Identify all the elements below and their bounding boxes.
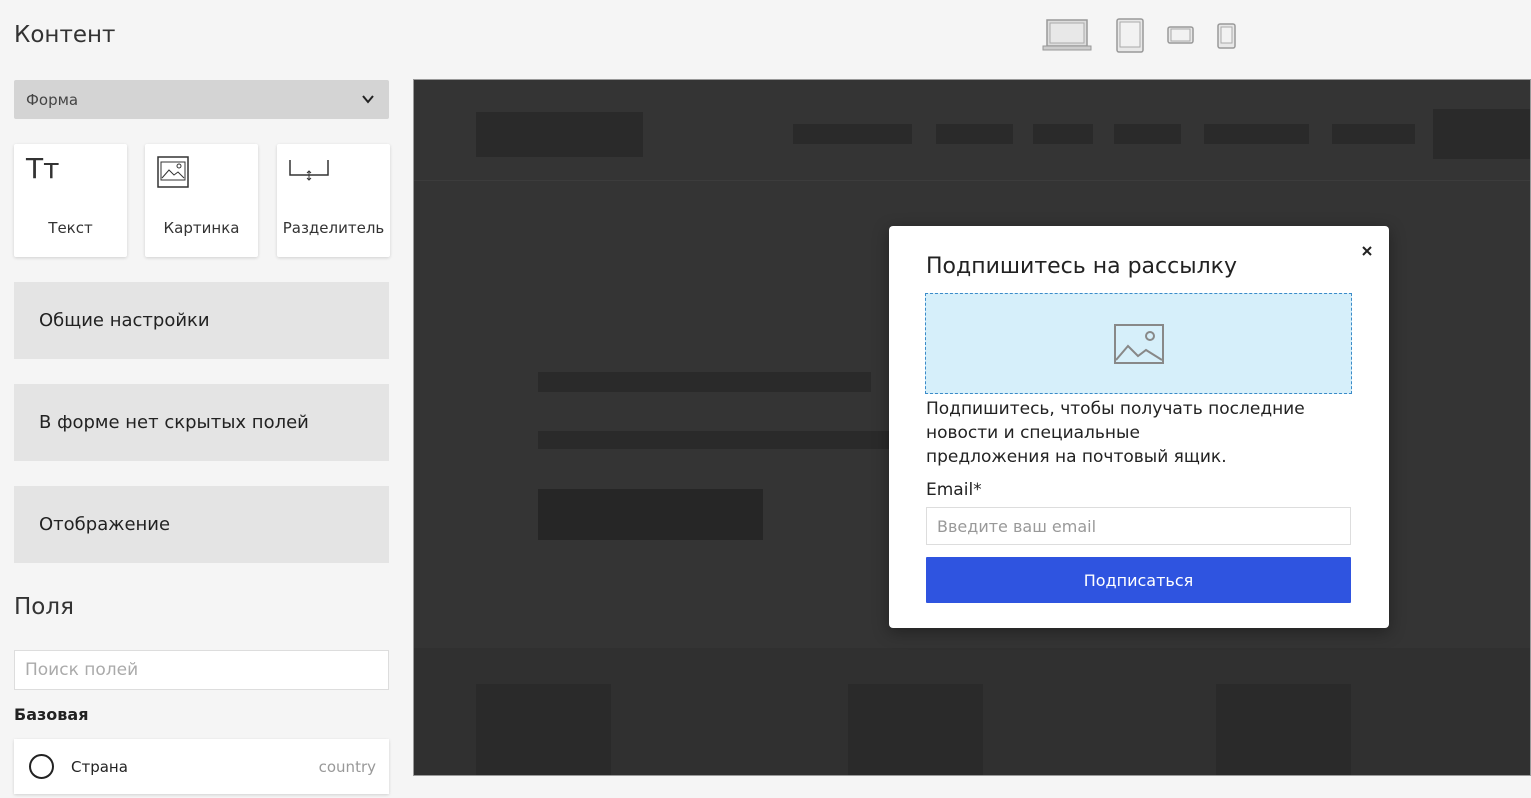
cta-placeholder [538, 489, 763, 540]
description-line: Подпишитесь, чтобы получать последние [926, 399, 1305, 419]
nav-placeholder [936, 124, 1013, 144]
header-button-placeholder [1433, 109, 1530, 159]
image-placeholder[interactable] [925, 293, 1352, 394]
nav-placeholder [793, 124, 912, 144]
circle-icon [29, 754, 54, 779]
subscribe-button[interactable]: Подписаться [926, 557, 1351, 603]
tile-label: Картинка [163, 219, 240, 237]
section-display[interactable]: Отображение [14, 486, 389, 563]
divider-icon [289, 160, 329, 181]
panel-title: Контент [14, 22, 116, 48]
laptop-icon[interactable] [1042, 18, 1092, 52]
fields-search-input[interactable] [14, 650, 389, 690]
tile-divider[interactable]: Разделитель [277, 144, 390, 257]
text-line-placeholder [538, 372, 871, 392]
chevron-down-icon [362, 95, 374, 104]
text-line-placeholder [538, 431, 891, 449]
site-logo-placeholder [476, 112, 643, 157]
section-label: Общие настройки [39, 310, 210, 331]
email-field[interactable] [926, 507, 1351, 545]
section-label: В форме нет скрытых полей [39, 412, 309, 433]
tablet-icon[interactable] [1116, 18, 1144, 53]
section-hidden-fields[interactable]: В форме нет скрытых полей [14, 384, 389, 461]
phone-icon[interactable] [1217, 23, 1236, 49]
image-icon [1114, 324, 1164, 364]
card-placeholder [476, 684, 611, 775]
field-name: Страна [71, 757, 128, 776]
field-key: country [318, 757, 376, 776]
nav-placeholder [1332, 124, 1415, 144]
text-icon: Тт [26, 152, 60, 185]
content-blocks: Тт Текст Картинка Разделитель [14, 144, 390, 257]
image-icon [157, 156, 189, 188]
header-divider [414, 180, 1530, 181]
subscribe-popup: Подпишитесь на рассылку Подпишитесь, что… [889, 226, 1389, 628]
description-line: новости и специальные [926, 423, 1140, 443]
field-item-country[interactable]: Страна country [14, 739, 389, 794]
popup-description: Подпишитесь, чтобы получать последние но… [926, 397, 1346, 469]
card-placeholder [848, 684, 983, 775]
fields-title: Поля [14, 594, 74, 620]
nav-placeholder [1033, 124, 1093, 144]
section-label: Отображение [39, 514, 171, 535]
tile-label: Разделитель [282, 219, 385, 237]
card-placeholder [1216, 684, 1351, 775]
type-select-value: Форма [26, 90, 79, 109]
description-line: предложения на почтовый ящик. [926, 447, 1227, 467]
tile-label: Текст [48, 219, 93, 237]
nav-placeholder [1114, 124, 1181, 144]
tile-text[interactable]: Тт Текст [14, 144, 127, 257]
popup-title: Подпишитесь на рассылку [926, 254, 1237, 279]
tablet-landscape-icon[interactable] [1167, 26, 1194, 44]
close-icon[interactable] [1359, 243, 1375, 259]
email-label: Email* [926, 480, 982, 500]
section-general-settings[interactable]: Общие настройки [14, 282, 389, 359]
tile-image[interactable]: Картинка [145, 144, 258, 257]
footer-band [414, 648, 1530, 775]
fields-group-label: Базовая [14, 705, 89, 724]
nav-placeholder [1204, 124, 1309, 144]
type-select[interactable]: Форма [14, 80, 389, 119]
